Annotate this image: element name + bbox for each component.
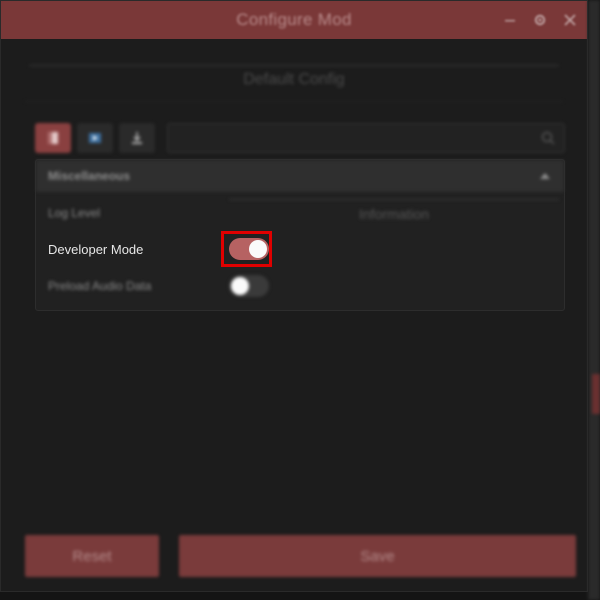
download-tab-button[interactable] — [119, 123, 155, 153]
setting-row-preload-audio: Preload Audio Data — [48, 271, 552, 301]
setting-row-developer-mode: Developer Mode — [48, 234, 552, 264]
preload-audio-toggle[interactable] — [229, 275, 269, 297]
reset-button[interactable]: Reset — [25, 535, 159, 577]
setting-label: Developer Mode — [48, 241, 144, 257]
divider — [29, 65, 559, 66]
file-tab-button[interactable] — [35, 123, 71, 153]
background-accent — [592, 374, 600, 414]
screen: Configure Mod Default Config Miscellaneo… — [0, 0, 600, 600]
download-icon — [132, 132, 142, 144]
close-icon — [564, 14, 576, 26]
play-icon — [89, 133, 101, 143]
window-controls — [501, 1, 579, 39]
play-tab-button[interactable] — [77, 123, 113, 153]
save-button[interactable]: Save — [179, 535, 576, 577]
title-bar[interactable]: Configure Mod — [1, 1, 587, 39]
panel-header-label: Miscellaneous — [48, 169, 131, 183]
setting-label: Log Level — [48, 206, 101, 220]
setting-label: Preload Audio Data — [48, 279, 152, 293]
search-input[interactable] — [167, 123, 565, 153]
configure-mod-window: Configure Mod Default Config Miscellaneo… — [0, 0, 588, 592]
panel-header-miscellaneous[interactable]: Miscellaneous — [36, 160, 564, 192]
settings-panel: Miscellaneous Log Level Developer Mode P… — [35, 159, 565, 311]
divider — [25, 101, 563, 102]
window-title: Configure Mod — [236, 10, 352, 29]
highlight-box — [221, 231, 272, 267]
background-window-edge — [588, 0, 600, 600]
config-toolbar — [35, 123, 565, 153]
chevron-up-icon — [540, 173, 550, 179]
minimize-button[interactable] — [501, 11, 519, 29]
settings-button[interactable] — [531, 11, 549, 29]
search-icon — [541, 131, 555, 145]
gear-icon — [534, 14, 546, 26]
minimize-icon — [505, 20, 515, 22]
log-level-dropdown[interactable]: Information — [229, 199, 559, 227]
toggle-knob — [231, 277, 249, 295]
close-button[interactable] — [561, 11, 579, 29]
config-section-title: Default Config — [243, 71, 345, 88]
file-icon — [48, 132, 58, 144]
